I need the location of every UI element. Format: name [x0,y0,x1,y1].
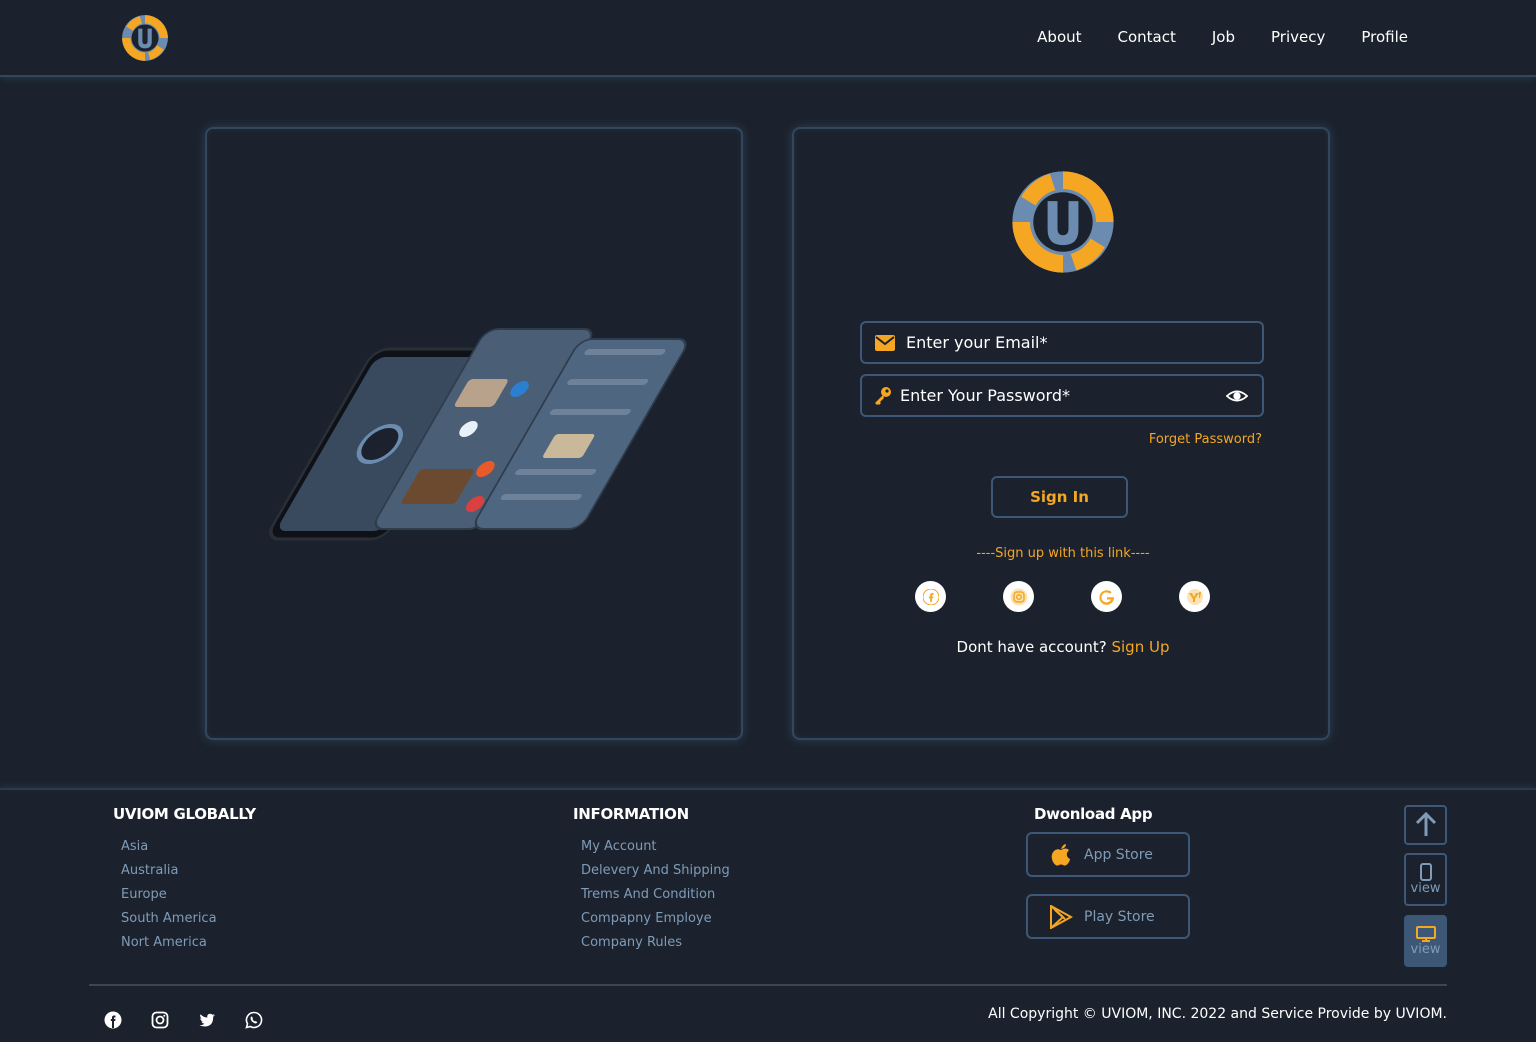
mobile-icon [1419,863,1432,881]
desktop-view-button[interactable]: view [1404,915,1447,967]
email-input[interactable] [906,323,1262,362]
signup-link-text: ----Sign up with this link---- [976,546,1150,561]
key-icon [872,385,894,407]
instagram-icon[interactable] [1003,581,1034,612]
uviom-logo-large [1012,171,1114,273]
eye-icon[interactable] [1226,385,1248,407]
phones-illustration [269,328,687,541]
facebook-icon[interactable] [915,581,946,612]
login-card: Forget Password? Sign In ----Sign up wit… [792,127,1330,740]
globally-item-asia[interactable]: Asia [121,838,217,862]
nav-about[interactable]: About [1037,28,1081,46]
desktop-view-label: view [1410,941,1441,957]
no-account-text: Dont have account? [956,638,1107,656]
sign-in-button[interactable]: Sign In [991,476,1128,518]
desktop-icon [1415,925,1436,942]
globally-item-australia[interactable]: Australia [121,862,217,886]
sign-up-link[interactable]: Sign Up [1111,638,1169,656]
whatsapp-icon[interactable] [245,1011,263,1029]
app-store-button[interactable]: App Store [1026,832,1190,877]
nav-privacy[interactable]: Privecy [1271,28,1325,46]
yahoo-icon[interactable] [1179,581,1210,612]
password-field[interactable] [860,374,1264,417]
twitter-icon[interactable] [198,1011,216,1029]
illustration-card [205,127,743,740]
info-item-company-rules[interactable]: Company Rules [581,934,730,958]
main-nav: About Contact Job Privecy Profile [1037,28,1408,46]
globally-item-south-america[interactable]: South America [121,910,217,934]
information-title: INFORMATION [573,805,689,823]
play-store-button[interactable]: Play Store [1026,894,1190,939]
instagram-icon[interactable] [151,1011,169,1029]
nav-contact[interactable]: Contact [1118,28,1176,46]
top-header: About Contact Job Privecy Profile [0,0,1536,77]
scroll-top-button[interactable] [1404,805,1447,845]
envelope-icon [874,332,896,354]
social-signup-row [915,581,1210,612]
play-store-label: Play Store [1084,908,1155,925]
info-item-company-employee[interactable]: Compapny Employe [581,910,730,934]
google-icon[interactable] [1091,581,1122,612]
nav-profile[interactable]: Profile [1361,28,1408,46]
arrow-up-icon [1415,812,1436,836]
footer [0,788,1536,1042]
uviom-logo[interactable] [119,12,171,64]
mobile-view-label: view [1410,881,1441,896]
password-input[interactable] [900,376,1226,415]
info-item-terms[interactable]: Trems And Condition [581,886,730,910]
play-store-icon [1048,904,1074,930]
download-title: Dwonload App [1034,805,1153,823]
mobile-view-button[interactable]: view [1404,853,1447,906]
email-field[interactable] [860,321,1264,364]
globally-item-north-america[interactable]: Nort America [121,934,217,958]
no-account-row: Dont have account? Sign Up [794,638,1332,656]
info-item-my-account[interactable]: My Account [581,838,730,862]
copyright-text: All Copyright © UVIOM, INC. 2022 and Ser… [988,1006,1447,1022]
globally-title: UVIOM GLOBALLY [113,805,256,823]
info-item-delivery[interactable]: Delevery And Shipping [581,862,730,886]
information-list: My Account Delevery And Shipping Trems A… [581,838,730,958]
app-store-label: App Store [1084,846,1153,863]
nav-job[interactable]: Job [1212,28,1235,46]
globally-list: Asia Australia Europe South America Nort… [121,838,217,958]
apple-icon [1048,842,1074,868]
forget-password-link[interactable]: Forget Password? [1149,432,1262,447]
footer-divider [89,984,1447,986]
globally-item-europe[interactable]: Europe [121,886,217,910]
facebook-icon[interactable] [104,1011,122,1029]
